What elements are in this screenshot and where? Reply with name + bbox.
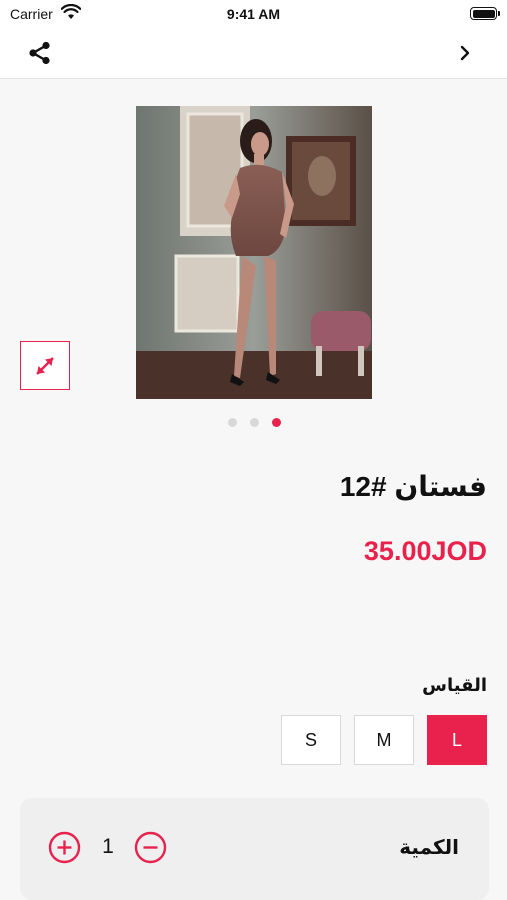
- product-title: فستان #12: [339, 471, 487, 502]
- product-price: 35.00JOD: [363, 536, 487, 566]
- status-bar: Carrier 9:41 AM: [0, 0, 507, 28]
- battery-icon: [470, 7, 500, 20]
- size-option-l[interactable]: L: [427, 715, 487, 765]
- nav-bar: [0, 28, 507, 79]
- expand-image-button[interactable]: [20, 341, 70, 390]
- increment-quantity-button[interactable]: [48, 831, 81, 864]
- quantity-label: الكمية: [399, 837, 459, 859]
- dress-photo: [136, 106, 372, 399]
- clock: 9:41 AM: [226, 6, 281, 22]
- pager-dot[interactable]: [250, 418, 259, 427]
- size-option-s[interactable]: S: [281, 715, 341, 765]
- chevron-right-icon: [460, 45, 470, 61]
- decrement-quantity-button[interactable]: [134, 831, 167, 864]
- back-button[interactable]: [453, 41, 477, 65]
- product-image[interactable]: [136, 106, 372, 399]
- pager-dot-active[interactable]: [272, 418, 281, 427]
- size-options: L M S: [281, 715, 487, 765]
- size-label: القياس: [422, 675, 487, 695]
- pager-dot[interactable]: [228, 418, 237, 427]
- share-button[interactable]: [26, 39, 54, 67]
- expand-arrows-icon: [36, 356, 54, 375]
- size-option-m[interactable]: M: [354, 715, 414, 765]
- share-icon: [29, 41, 50, 65]
- image-pager: [0, 418, 507, 427]
- quantity-value: 1: [102, 835, 114, 858]
- quantity-card: الكمية 1: [20, 798, 489, 900]
